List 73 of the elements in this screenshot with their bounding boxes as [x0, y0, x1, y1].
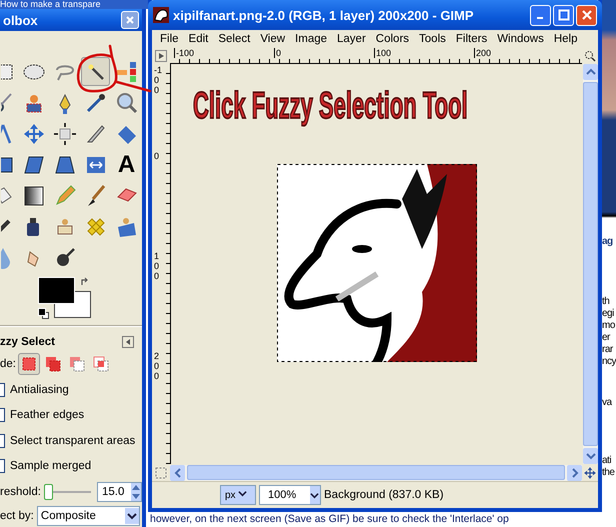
window-title: xipilfanart.png-2.0 (RGB, 1 layer) 200x200 - GIMP	[173, 8, 475, 22]
ruler-label: 200	[474, 48, 492, 58]
slider-thumb[interactable]	[44, 484, 53, 500]
page-text: rar	[602, 344, 613, 356]
threshold-spinbox[interactable]: 15.0	[97, 482, 142, 502]
app-icon	[153, 7, 169, 23]
chevron-left-icon[interactable]	[172, 468, 182, 478]
chevron-down-icon[interactable]	[127, 511, 137, 521]
chevron-down-icon[interactable]	[310, 490, 319, 500]
ruler-label: 100	[154, 250, 160, 282]
ruler-label: 0	[274, 48, 282, 58]
ruler-label: -100	[174, 48, 194, 58]
ruler-label: 0	[154, 150, 160, 162]
close-button[interactable]	[121, 11, 139, 29]
page-text: va	[602, 397, 612, 409]
spin-arrows-icon[interactable]	[131, 483, 141, 501]
menu-item[interactable]: Layer	[332, 33, 371, 45]
ruler-label: -100	[154, 64, 163, 96]
page-title: How to make a transpare	[0, 0, 148, 9]
menu-item[interactable]: File	[155, 33, 184, 45]
quick-mask-icon[interactable]	[155, 466, 167, 478]
menu-item[interactable]: Filters	[450, 33, 492, 45]
chevron-up-icon[interactable]	[586, 67, 596, 77]
checkbox[interactable]	[0, 459, 5, 474]
tool-options-title: zzy Select	[0, 336, 55, 348]
chevron-right-icon[interactable]	[570, 468, 580, 478]
checkbox-label: Sample merged	[10, 460, 92, 472]
page-text: th	[602, 296, 610, 308]
checkbox-label: Select transparent areas	[10, 434, 136, 447]
page-text: er	[602, 332, 610, 344]
menu-item[interactable]: Help	[548, 33, 583, 45]
page-text: the	[602, 467, 614, 479]
ruler-label: 200	[154, 350, 160, 382]
threshold-label: reshold:	[0, 486, 41, 498]
page-text: however, on the next screen (Save as GIF) be sure to check the 'Interlace' op	[150, 513, 509, 526]
text-tool-button[interactable]: A	[112, 150, 141, 179]
ruler-label: 100	[374, 48, 392, 58]
canvas-caption: Click Fuzzy Selection Tool	[193, 84, 468, 128]
zoom-icon[interactable]	[584, 50, 596, 62]
checkbox-label: Antialiasing	[10, 384, 69, 396]
menu-item[interactable]: Windows	[492, 33, 549, 45]
menu-item[interactable]: Colors	[370, 33, 414, 45]
menu-item[interactable]: Image	[290, 33, 332, 45]
page-text: ag	[602, 236, 613, 248]
page-text: ncy	[602, 356, 616, 368]
status-text: Background (837.0 KB)	[324, 489, 444, 501]
checkbox[interactable]	[0, 408, 5, 422]
move-arrows-icon[interactable]	[583, 466, 597, 480]
minimize-button[interactable]	[530, 4, 551, 26]
menu-item[interactable]: Edit	[184, 33, 214, 45]
page-text: egi	[602, 308, 614, 320]
select-by-dropdown[interactable]: Composite	[36, 506, 140, 526]
close-icon[interactable]	[580, 9, 592, 21]
close-button[interactable]	[576, 4, 597, 26]
unit-dropdown[interactable]: px	[220, 485, 256, 505]
maximize-button[interactable]	[553, 4, 574, 26]
window-title: olbox	[3, 12, 39, 28]
mode-label: de:	[0, 358, 16, 370]
chevron-down-icon[interactable]	[238, 489, 247, 498]
select-by-label: ect by:	[0, 510, 34, 522]
checkbox[interactable]	[0, 382, 5, 397]
checkbox[interactable]	[0, 434, 5, 448]
menu-item[interactable]: Select	[213, 33, 256, 45]
page-text: ati	[602, 455, 612, 467]
maximize-icon[interactable]	[558, 9, 570, 21]
checkbox-label: Feather edges	[10, 409, 84, 422]
swap-arrow-icon[interactable]	[80, 277, 90, 287]
hand-drawn-line	[116, 80, 152, 92]
zoom-dropdown[interactable]: 100%	[259, 485, 321, 505]
menu-item[interactable]: View	[255, 33, 290, 45]
menu-item[interactable]: Tools	[414, 33, 451, 45]
color-swatches-icon[interactable]	[38, 277, 94, 321]
page-text: mo	[602, 320, 615, 332]
